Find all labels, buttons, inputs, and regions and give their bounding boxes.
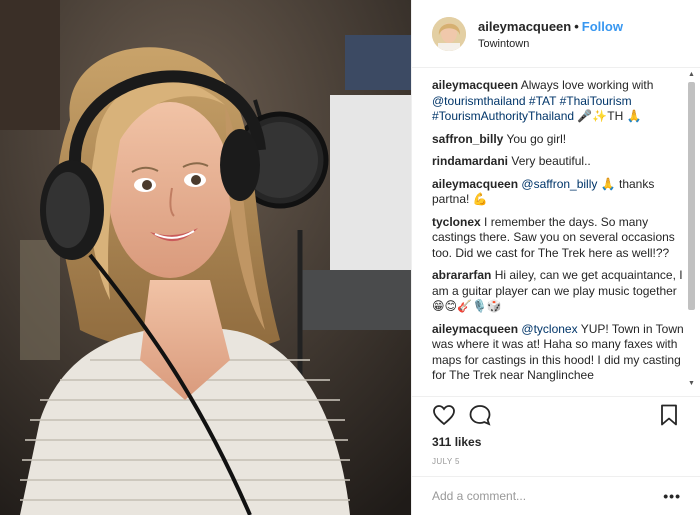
comment-username[interactable]: aileymacqueen xyxy=(432,78,518,92)
scroll-down-arrow-icon[interactable]: ▼ xyxy=(687,379,696,388)
post-date[interactable]: JULY 5 xyxy=(432,457,681,466)
photo-illustration xyxy=(0,0,411,515)
username-link[interactable]: aileymacqueen xyxy=(478,19,571,34)
more-options-icon[interactable]: ••• xyxy=(663,488,681,504)
action-icons xyxy=(432,401,681,429)
post-actions: 311 likes JULY 5 xyxy=(412,396,700,476)
comment-item: aileymacqueen Always love working with @… xyxy=(432,78,691,125)
comment-text: Always love working with xyxy=(520,78,654,92)
avatar[interactable] xyxy=(432,16,466,51)
header-top: aileymacqueen • Follow xyxy=(478,18,623,35)
comment-username[interactable]: aileymacqueen xyxy=(432,177,518,191)
comment-username[interactable]: saffron_billy xyxy=(432,132,503,146)
follow-button[interactable]: Follow xyxy=(582,19,623,34)
header-text: aileymacqueen • Follow Towintown xyxy=(478,18,623,50)
scrollbar-thumb[interactable] xyxy=(688,82,695,310)
comment-mention-link[interactable]: @saffron_billy xyxy=(521,177,597,191)
likes-count[interactable]: 311 likes xyxy=(432,435,681,449)
comment-text: Very beautiful.. xyxy=(511,154,591,168)
add-comment-bar: ••• xyxy=(412,476,700,515)
comment-item: aileymacqueen @saffron_billy 🙏 thanks pa… xyxy=(432,177,691,208)
scroll-up-arrow-icon[interactable]: ▲ xyxy=(687,70,696,79)
comment-item: abrararfan Hi ailey, can we get acquaint… xyxy=(432,268,691,315)
location-link[interactable]: Towintown xyxy=(478,38,623,50)
comment-username[interactable]: rindamardani xyxy=(432,154,508,168)
comment-text: 🎤✨TH 🙏 xyxy=(574,109,642,123)
comment-username[interactable]: aileymacqueen xyxy=(432,322,518,336)
comment-item: aileymacqueen @tyclonex YUP! Town in Tow… xyxy=(432,322,691,384)
heart-icon[interactable] xyxy=(432,403,456,427)
comment-mention-link[interactable]: @tyclonex xyxy=(521,322,577,336)
speech-bubble-icon[interactable] xyxy=(468,403,492,427)
comment-username[interactable]: tyclonex xyxy=(432,215,481,229)
scrollbar[interactable]: ▲ ▼ xyxy=(687,70,696,388)
comments-list: aileymacqueen Always love working with @… xyxy=(412,70,697,396)
comment-input[interactable] xyxy=(432,489,664,503)
post-photo[interactable] xyxy=(0,0,411,515)
comment-item: saffron_billy You go girl! xyxy=(432,132,691,148)
comment-item: tyclonex I remember the days. So many ca… xyxy=(432,215,691,262)
post-sidebar: aileymacqueen • Follow Towintown aileymacq… xyxy=(411,0,700,515)
bookmark-icon[interactable] xyxy=(657,403,681,427)
post-header: aileymacqueen • Follow Towintown xyxy=(412,0,700,68)
comment-text: You go girl! xyxy=(506,131,567,146)
separator-dot: • xyxy=(574,18,579,34)
comment-username[interactable]: abrararfan xyxy=(432,268,491,282)
comment-item: rindamardani Very beautiful.. xyxy=(432,154,691,170)
